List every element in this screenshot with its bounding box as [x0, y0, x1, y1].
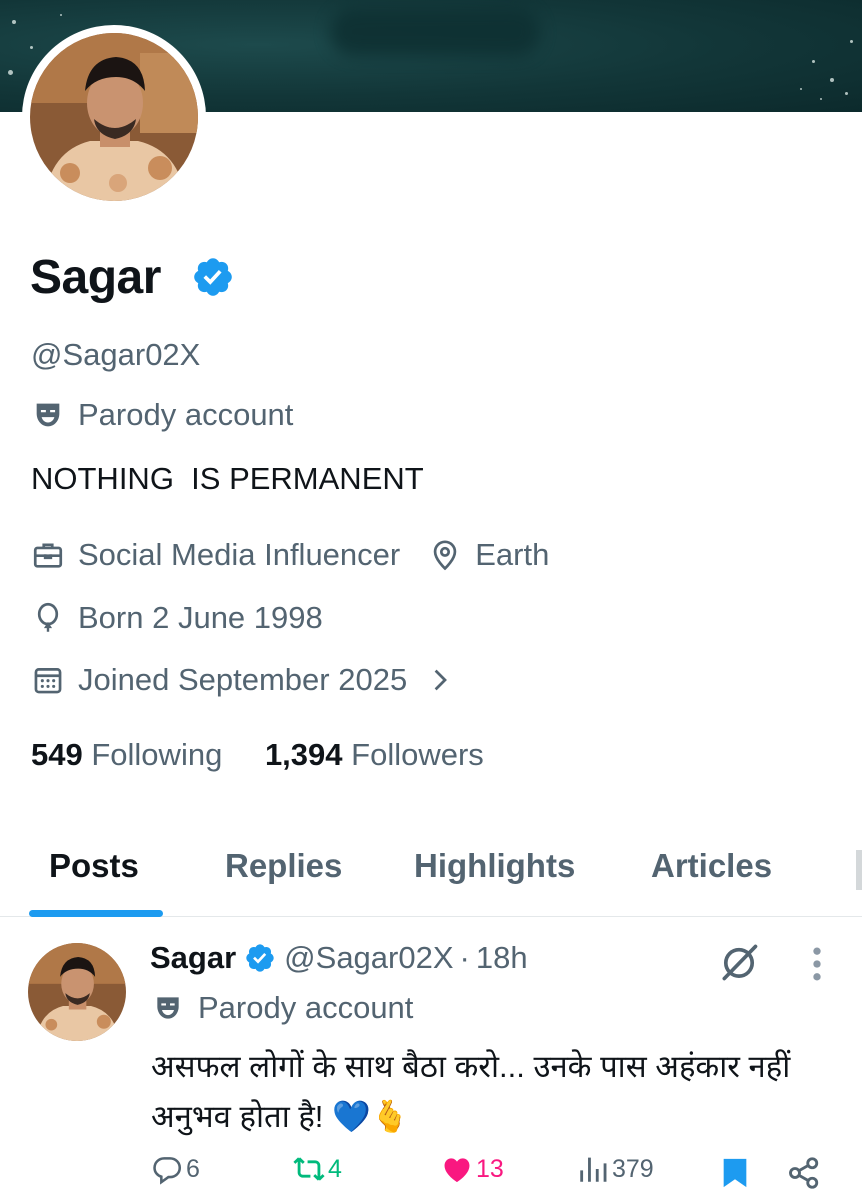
birthday-text: Born 2 June 1998: [78, 600, 323, 635]
views-count: 379: [612, 1154, 654, 1183]
tab-posts[interactable]: Posts: [49, 847, 139, 885]
post-parody-label: Parody account: [198, 990, 414, 1025]
post-author-avatar[interactable]: [28, 943, 126, 1041]
post-parody-row: Parody account: [152, 990, 413, 1026]
profile-birthday-row: Born 2 June 1998: [31, 600, 323, 636]
post-timestamp[interactable]: 18h: [476, 940, 528, 976]
parody-account-label: Parody account: [78, 397, 294, 432]
repost-count: 4: [328, 1154, 342, 1183]
profile-bio: NOTHING IS PERMANENT: [31, 461, 424, 496]
profession-text: Social Media Influencer: [78, 537, 401, 572]
repost-icon: [293, 1157, 325, 1181]
following-link[interactable]: 549 Following: [31, 737, 222, 772]
profile-handle: @Sagar02X: [31, 337, 201, 372]
balloon-icon: [37, 602, 59, 632]
followers-label: Followers: [351, 737, 484, 772]
like-count: 13: [476, 1154, 504, 1183]
post-author-name[interactable]: Sagar: [150, 940, 236, 976]
following-count: 549: [31, 737, 83, 772]
share-icon[interactable]: [786, 1155, 822, 1191]
tab-articles[interactable]: Articles: [651, 847, 772, 885]
followers-link[interactable]: 1,394 Followers: [265, 737, 484, 772]
post-author-handle[interactable]: @Sagar02X: [284, 940, 453, 976]
post-meta-separator: ·: [459, 940, 470, 975]
tab-highlights[interactable]: Highlights: [414, 847, 575, 885]
tab-replies[interactable]: Replies: [225, 847, 342, 885]
following-label: Following: [91, 737, 223, 772]
profile-info-row-1: Social Media Influencer Earth: [31, 537, 549, 573]
profile-joined-row[interactable]: Joined September 2025: [31, 662, 455, 698]
heart-icon: [444, 1158, 470, 1183]
location-text: Earth: [475, 537, 550, 572]
parody-account-row: Parody account: [31, 397, 293, 433]
followers-count: 1,394: [264, 737, 343, 772]
calendar-icon: [34, 668, 62, 694]
profile-tabs: Posts Replies Highlights Articles: [0, 830, 862, 917]
active-tab-indicator: [29, 910, 163, 917]
post-text: असफल लोगों के साथ बैठा करो... उनके पास अ…: [151, 1049, 791, 1134]
location-pin-icon: [433, 540, 457, 571]
grok-icon[interactable]: [717, 940, 761, 984]
profile-display-name: Sagar: [30, 251, 161, 304]
chevron-right-icon[interactable]: [425, 665, 455, 695]
profile-avatar[interactable]: [30, 33, 198, 201]
profile-avatar-frame[interactable]: [22, 25, 206, 209]
bookmark-icon[interactable]: [720, 1156, 750, 1190]
verified-badge-icon: [246, 944, 274, 972]
tab-overflow-edge: [856, 850, 862, 890]
post-header: Sagar @Sagar02X · 18h: [150, 940, 528, 976]
reply-icon: [153, 1157, 182, 1185]
banner-blur: [330, 8, 540, 56]
post-action-bar: 6 4 13 379: [0, 1152, 862, 1200]
verified-badge-icon[interactable]: [191, 255, 235, 299]
theater-mask-icon: [157, 997, 179, 1019]
more-vertical-icon[interactable]: [806, 942, 828, 986]
like-button[interactable]: 13: [440, 1152, 504, 1186]
repost-button[interactable]: 4: [292, 1152, 342, 1186]
reply-button[interactable]: 6: [150, 1152, 200, 1186]
theater-mask-icon: [36, 403, 60, 427]
reply-count: 6: [186, 1154, 200, 1183]
views-button[interactable]: 379: [576, 1152, 654, 1186]
follow-stats: 549 Following 1,394 Followers: [31, 737, 484, 773]
joined-text: Joined September 2025: [78, 662, 408, 697]
briefcase-icon: [33, 543, 63, 568]
views-icon: [580, 1157, 607, 1182]
